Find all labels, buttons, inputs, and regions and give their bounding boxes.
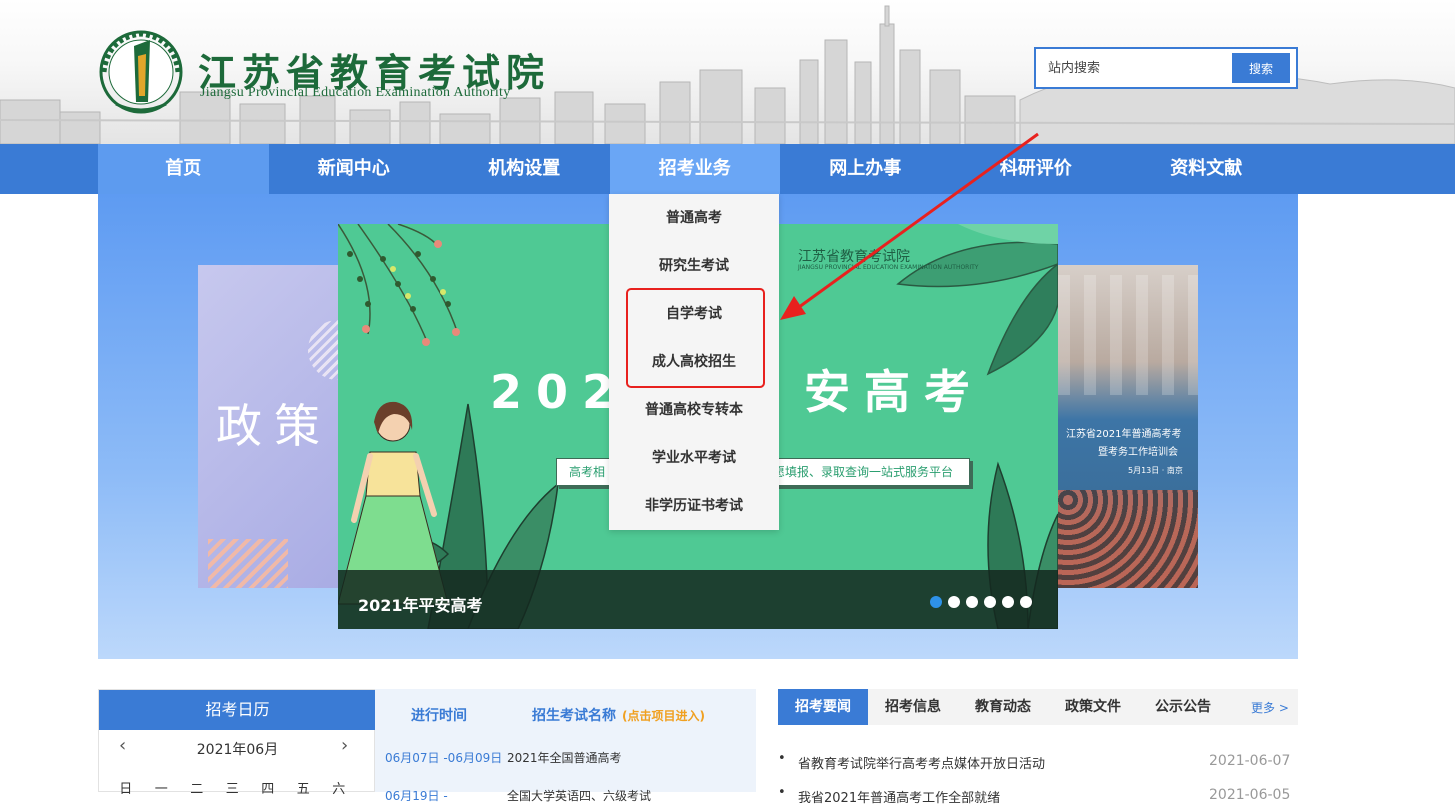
- schedule-row[interactable]: 06月19日 - 全国大学英语四、六级考试: [385, 787, 651, 804]
- slide-title-left: 202: [490, 365, 629, 419]
- schedule-date: 06月19日 -: [385, 789, 448, 803]
- schedule-header-name: 招生考试名称: [532, 708, 616, 724]
- site-logo-subtitle: Jiangsu Provincial Education Examination…: [200, 85, 511, 100]
- slide-authority-logo: 江苏省教育考试院: [798, 249, 910, 265]
- menu-item-general-gaokao[interactable]: 普通高考: [609, 194, 779, 242]
- exam-schedule: 进行时间 招生考试名称 (点击项目进入) 06月07日 -06月09日 2021年…: [375, 689, 756, 803]
- ceiling-lights-decoration: [1058, 275, 1198, 395]
- tab-admission-news[interactable]: 招考要闻: [778, 689, 868, 725]
- slide-subtitle-right: 愿填报、录取查询一站式服务平台: [773, 465, 954, 479]
- news-list-item[interactable]: • 我省2021年普通高考工作全部就绪 2021-06-05: [778, 785, 1298, 807]
- main-navigation: 首页 新闻中心 机构设置 招考业务 网上办事 科研评价 资料文献: [0, 144, 1455, 194]
- search-button[interactable]: 搜索: [1232, 53, 1290, 83]
- tab-public-notices[interactable]: 公示公告: [1138, 689, 1228, 725]
- tab-admission-info[interactable]: 招考信息: [868, 689, 958, 725]
- audience-decoration: [1058, 490, 1198, 588]
- slide-authority-logo-en: JIANGSU PROVINCIAL EDUCATION EXAMINATION…: [798, 264, 979, 271]
- slide-dot-1[interactable]: [930, 596, 942, 608]
- authority-emblem-logo: [99, 30, 183, 114]
- slide-pagination: [930, 596, 1032, 608]
- menu-item-non-degree-certificate[interactable]: 非学历证书考试: [609, 482, 779, 530]
- weekday-mon: 一: [154, 782, 168, 797]
- weekday-tue: 二: [190, 782, 204, 797]
- decorative-hatch-circle: [308, 320, 338, 380]
- side-slide-text: 政策: [216, 399, 332, 453]
- nav-item-news-center[interactable]: 新闻中心: [269, 144, 440, 194]
- news-title[interactable]: 省教育考试院举行高考考点媒体开放日活动: [798, 753, 1045, 772]
- menu-item-college-upgrade[interactable]: 普通高校专转本: [609, 386, 779, 434]
- nav-item-documents[interactable]: 资料文献: [1121, 144, 1292, 194]
- weekday-thu: 四: [261, 782, 275, 797]
- slide-dot-6[interactable]: [1020, 596, 1032, 608]
- weekday-fri: 五: [296, 782, 310, 797]
- slide-title-right: 安高考: [804, 365, 985, 419]
- banner-side-slide-policy[interactable]: 政策: [198, 265, 338, 588]
- news-title[interactable]: 我省2021年普通高考工作全部就绪: [798, 787, 1000, 806]
- calendar-month: 2021年06月: [196, 742, 279, 758]
- slide-dot-2[interactable]: [948, 596, 960, 608]
- nav-item-online-services[interactable]: 网上办事: [780, 144, 951, 194]
- schedule-exam-name[interactable]: 全国大学英语四、六级考试: [507, 789, 651, 803]
- slide-dot-3[interactable]: [966, 596, 978, 608]
- news-more-link[interactable]: 更多 >: [1251, 699, 1289, 716]
- admission-calendar: 招考日历 ‹ 2021年06月 ›: [98, 689, 376, 792]
- schedule-header-time: 进行时间: [411, 708, 467, 724]
- site-search: 搜索: [1034, 47, 1298, 89]
- slide-dot-5[interactable]: [1002, 596, 1014, 608]
- decorative-hatch-block: [208, 539, 288, 588]
- annotation-highlight-box: [626, 288, 765, 388]
- schedule-date: 06月07日 -06月09日: [385, 751, 503, 765]
- menu-item-academic-level-test[interactable]: 学业水平考试: [609, 434, 779, 482]
- slide-dot-4[interactable]: [984, 596, 996, 608]
- banner-side-slide-meeting[interactable]: 江苏省2021年普通高考考 暨考务工作培训会 5月13日 · 南京: [1058, 265, 1198, 588]
- calendar-title: 招考日历: [99, 690, 376, 730]
- schedule-header-hint: (点击项目进入): [622, 709, 705, 723]
- tab-policy-documents[interactable]: 政策文件: [1048, 689, 1138, 725]
- weekday-wed: 三: [225, 782, 239, 797]
- news-panel: 招考要闻 招考信息 教育动态 政策文件 公示公告 更多 > • 省教育考试院举行…: [778, 689, 1298, 806]
- calendar-weekday-row: 日 一 二 三 四 五 六: [108, 778, 368, 797]
- schedule-row[interactable]: 06月07日 -06月09日 2021年全国普通高考: [385, 749, 622, 766]
- tab-education-updates[interactable]: 教育动态: [958, 689, 1048, 725]
- slide-caption[interactable]: 2021年平安高考: [358, 592, 483, 616]
- nav-item-admission-business[interactable]: 招考业务: [609, 144, 780, 194]
- news-date: 2021-06-05: [1209, 787, 1291, 803]
- chevron-right-icon[interactable]: ›: [341, 735, 348, 756]
- news-tabs: 招考要闻 招考信息 教育动态 政策文件 公示公告 更多 >: [778, 689, 1298, 725]
- site-header: 江苏省教育考试院 Jiangsu Provincial Education Ex…: [0, 0, 1455, 144]
- calendar-month-nav: ‹ 2021年06月 ›: [99, 730, 376, 766]
- meeting-banner-text: 江苏省2021年普通高考考: [1066, 429, 1182, 440]
- nav-item-research[interactable]: 科研评价: [951, 144, 1122, 194]
- slide-subtitle-left: 高考相: [569, 465, 606, 479]
- weekday-sat: 六: [332, 782, 346, 797]
- bullet-icon: •: [778, 785, 786, 800]
- meeting-banner-subtext: 暨考务工作培训会: [1098, 447, 1178, 458]
- search-input[interactable]: [1038, 51, 1232, 85]
- schedule-exam-name[interactable]: 2021年全国普通高考: [507, 751, 622, 765]
- news-list-item[interactable]: • 省教育考试院举行高考考点媒体开放日活动 2021-06-07: [778, 751, 1298, 773]
- bullet-icon: •: [778, 751, 786, 766]
- nav-item-home[interactable]: 首页: [98, 144, 269, 194]
- weekday-sun: 日: [119, 782, 133, 797]
- meeting-banner-date: 5月13日 · 南京: [1128, 466, 1183, 475]
- nav-item-organization[interactable]: 机构设置: [439, 144, 610, 194]
- menu-item-graduate-exam[interactable]: 研究生考试: [609, 242, 779, 290]
- news-date: 2021-06-07: [1209, 753, 1291, 769]
